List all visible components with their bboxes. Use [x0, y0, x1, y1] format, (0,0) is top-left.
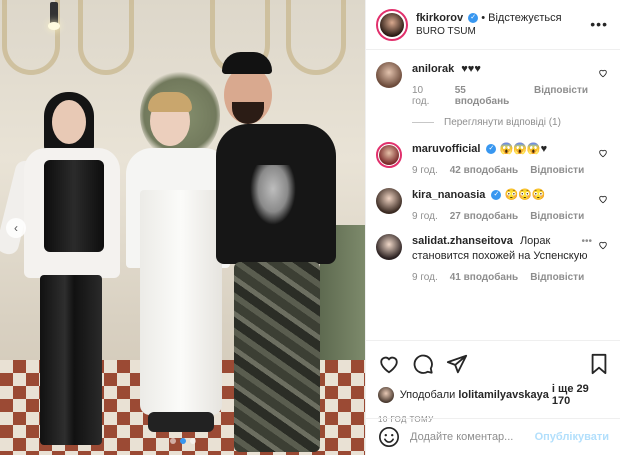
commenter-avatar[interactable] [376, 62, 402, 88]
reply-button[interactable]: Відповісти [530, 272, 584, 283]
more-options-button[interactable]: ••• [590, 16, 608, 32]
wall-arch [286, 0, 346, 75]
carousel-dot [190, 438, 196, 444]
comment-item: kira_nanoasia ✓ 😳😳😳 9 год. 27 вподобань В… [376, 188, 610, 222]
bookmark-icon[interactable] [589, 353, 609, 375]
comment-time[interactable]: 9 год. [412, 272, 438, 283]
liker-avatar[interactable] [378, 387, 394, 403]
carousel-dot-active [180, 438, 186, 444]
likes-prefix: Уподобали [399, 389, 456, 401]
replies-divider [412, 122, 434, 123]
heart-icon[interactable] [598, 240, 608, 250]
comment-likes[interactable]: 41 вподобань [450, 272, 518, 283]
carousel-dots [170, 438, 196, 444]
like-heart-icon[interactable] [378, 353, 400, 375]
verified-badge-icon: ✓ [486, 144, 497, 155]
heart-icon[interactable] [598, 148, 608, 158]
comment-likes[interactable]: 42 вподобань [450, 165, 518, 176]
post-header: fkirkorov ✓ • Відстежується BURO TSUM ••… [366, 0, 620, 50]
comment-item: salidat.zhanseitova Лорак становится пох… [376, 234, 610, 283]
carousel-dot [170, 438, 176, 444]
chevron-left-icon: ‹ [14, 221, 18, 235]
carousel-prev-button[interactable]: ‹ [6, 218, 26, 238]
comment-time[interactable]: 10 год. [412, 85, 443, 107]
post-location[interactable]: BURO TSUM [416, 26, 610, 37]
commenter-avatar[interactable] [376, 142, 402, 168]
separator-dot: • [481, 12, 486, 24]
add-comment-bar: Додайте коментар... Опублікувати [366, 418, 620, 455]
comment-username[interactable]: maruvofficial [412, 143, 480, 155]
post-comment-button[interactable]: Опублікувати [535, 431, 609, 443]
heart-icon[interactable] [598, 68, 608, 78]
liker-username[interactable]: lolitamilyavskaya [458, 389, 549, 401]
ellipsis-icon: ••• [590, 16, 608, 32]
share-send-icon[interactable] [446, 353, 468, 375]
comment-item: anilorak ♥♥♥ 10 год. 55 вподобань Відпов… [376, 62, 610, 107]
post-photo[interactable]: ‹ [0, 0, 365, 455]
comment-options-icon[interactable]: ••• [581, 236, 592, 247]
likes-count[interactable]: і ще 29 170 [552, 383, 609, 407]
wall-arch [78, 0, 134, 75]
comment-username[interactable]: salidat.zhanseitova [412, 235, 513, 247]
view-replies-button[interactable]: Переглянути відповіді (1) [412, 117, 610, 128]
comment-text: 😱😱😱♥ [499, 143, 548, 155]
author-avatar[interactable] [376, 8, 408, 41]
comment-bubble-icon[interactable] [412, 353, 434, 375]
verified-badge-icon: ✓ [491, 190, 502, 201]
post-sidebar: fkirkorov ✓ • Відстежується BURO TSUM ••… [365, 0, 620, 455]
follow-status[interactable]: Відстежується [488, 12, 561, 24]
reply-button[interactable]: Відповісти [530, 211, 584, 222]
view-replies-label: Переглянути відповіді (1) [444, 117, 561, 128]
comments-list: anilorak ♥♥♥ 10 год. 55 вподобань Відпов… [366, 50, 620, 332]
author-username[interactable]: fkirkorov [416, 12, 463, 24]
comment-text: 😳😳😳 [504, 189, 546, 201]
reply-button[interactable]: Відповісти [534, 85, 588, 107]
comment-time[interactable]: 9 год. [412, 165, 438, 176]
emoji-icon[interactable] [378, 426, 400, 448]
comment-likes[interactable]: 55 вподобань [455, 85, 522, 107]
comment-username[interactable]: anilorak [412, 63, 454, 75]
comment-input[interactable]: Додайте коментар... [410, 431, 535, 443]
commenter-avatar[interactable] [376, 188, 402, 214]
comment-time[interactable]: 9 год. [412, 211, 438, 222]
verified-badge-icon: ✓ [468, 13, 479, 24]
comment-likes[interactable]: 27 вподобань [450, 211, 518, 222]
comment-text: ♥♥♥ [461, 63, 481, 75]
reply-button[interactable]: Відповісти [530, 165, 584, 176]
likes-summary: Уподобали lolitamilyavskaya і ще 29 170 [378, 383, 609, 407]
comment-item: maruvofficial ✓ 😱😱😱♥ 9 год. 42 вподобань … [376, 142, 610, 176]
commenter-avatar[interactable] [376, 234, 402, 260]
comment-username[interactable]: kira_nanoasia [412, 189, 485, 201]
post-actions: Уподобали lolitamilyavskaya і ще 29 170 … [366, 340, 620, 424]
heart-icon[interactable] [598, 194, 608, 204]
ceiling-lamp [50, 2, 58, 24]
lamp-light [48, 22, 60, 30]
